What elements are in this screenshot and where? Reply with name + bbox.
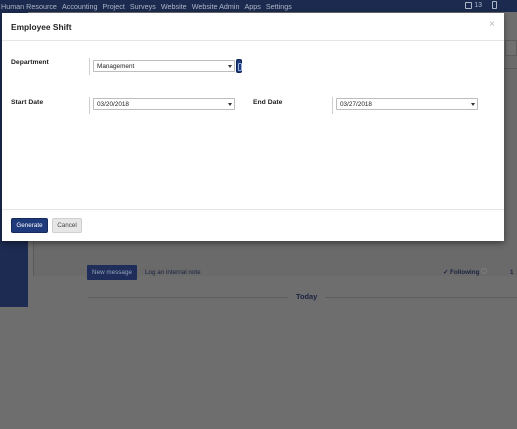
caret-down-icon	[228, 65, 232, 68]
department-value: Management	[97, 62, 135, 70]
end-date-label: End Date	[253, 99, 283, 106]
start-date-field-border	[89, 97, 90, 114]
menu-settings[interactable]: Settings	[266, 2, 292, 11]
end-date-value: 03/27/2018	[340, 100, 372, 108]
messaging-menu[interactable]: 13	[465, 1, 482, 9]
follow-icon[interactable]	[481, 268, 487, 274]
menu-accounting[interactable]: Accounting	[62, 2, 98, 11]
menu-project[interactable]: Project	[103, 2, 125, 11]
notification-count: 13	[474, 1, 482, 9]
start-date-value: 03/20/2018	[97, 100, 129, 108]
navbar-systray: 13	[465, 1, 497, 9]
menu-apps[interactable]: Apps	[245, 2, 261, 11]
menu-website-admin[interactable]: Website Admin	[192, 2, 240, 11]
dialog-title: Employee Shift	[11, 22, 72, 32]
end-date-input[interactable]: 03/27/2018	[336, 98, 478, 110]
today-label: Today	[288, 292, 326, 301]
caret-down-icon	[471, 103, 475, 106]
generate-button[interactable]: Generate	[11, 218, 48, 233]
log-note-link[interactable]: Log an internal note	[145, 269, 201, 276]
menu-website[interactable]: Website	[161, 2, 187, 11]
menu-surveys[interactable]: Surveys	[130, 2, 156, 11]
start-date-input[interactable]: 03/20/2018	[93, 98, 235, 110]
end-date-field-border	[332, 97, 333, 114]
employee-shift-dialog: Employee Shift × Department Management S…	[2, 13, 504, 241]
dialog-footer: Generate Cancel	[2, 209, 504, 241]
department-field-border	[89, 58, 90, 75]
close-icon[interactable]: ×	[489, 19, 495, 30]
top-navbar: Human Resource Accounting Project Survey…	[0, 0, 517, 12]
background-button-strip	[505, 40, 517, 56]
caret-down-icon	[228, 103, 232, 106]
department-select[interactable]: Management	[93, 60, 235, 72]
external-link-icon[interactable]	[236, 59, 242, 73]
phone-icon[interactable]	[492, 1, 497, 9]
dialog-header: Employee Shift ×	[2, 13, 504, 41]
department-label: Department	[11, 59, 49, 66]
following-label: Following	[450, 269, 480, 276]
chat-icon	[465, 1, 473, 9]
menu-human-resource[interactable]: Human Resource	[1, 2, 57, 11]
followers-count[interactable]: 1	[510, 269, 514, 276]
start-date-label: Start Date	[11, 99, 44, 106]
cancel-button[interactable]: Cancel	[52, 218, 82, 233]
following-button[interactable]: ✓ Following	[443, 269, 479, 276]
new-message-button[interactable]: New message	[87, 265, 137, 280]
